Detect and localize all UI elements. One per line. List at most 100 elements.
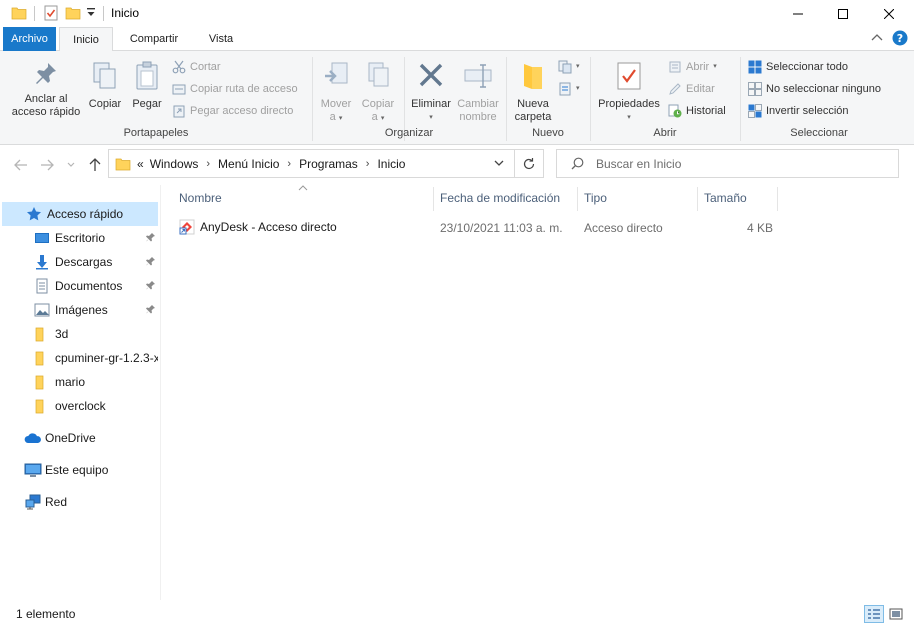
column-separator[interactable]	[697, 187, 698, 211]
collapse-ribbon-chevron-icon[interactable]	[871, 33, 883, 43]
ribbon: Anclar al acceso rápido Copiar Pegar Cor…	[0, 51, 914, 145]
details-view-button[interactable]	[864, 605, 884, 623]
nav-item-overclock[interactable]: overclock	[2, 394, 158, 418]
breadcrumb-programas[interactable]: Programas	[299, 157, 358, 171]
select-all-icon	[748, 60, 762, 74]
pin-icon[interactable]	[146, 280, 156, 290]
properties-button[interactable]: Propiedades ▾	[594, 61, 664, 124]
move-to-button[interactable]: Mover a ▾	[316, 61, 356, 125]
refresh-button[interactable]	[514, 149, 544, 178]
close-button[interactable]	[866, 0, 912, 27]
tab-vista[interactable]: Vista	[194, 27, 248, 51]
breadcrumb-chevron-icon[interactable]: ›	[206, 158, 210, 170]
folder-icon	[34, 350, 50, 366]
table-row[interactable]: AnyDesk - Acceso directo 23/10/2021 11:0…	[171, 215, 776, 239]
edit-button[interactable]: Editar	[668, 80, 715, 98]
open-button[interactable]: Abrir ▾	[668, 58, 717, 76]
large-icons-view-button[interactable]	[886, 605, 906, 623]
new-item-icon	[558, 60, 572, 74]
forward-button[interactable]	[38, 157, 56, 173]
nav-item-escritorio[interactable]: Escritorio	[2, 226, 158, 250]
select-none-label: No seleccionar ninguno	[766, 83, 881, 95]
group-label-nuevo: Nuevo	[532, 127, 564, 139]
new-folder-icon[interactable]	[65, 5, 81, 21]
help-icon[interactable]: ?	[892, 30, 908, 46]
breadcrumb-overflow[interactable]: «	[137, 157, 144, 171]
nav-item-cpuminer[interactable]: cpuminer-gr-1.2.3-x	[2, 346, 158, 370]
open-label: Abrir	[686, 61, 710, 73]
nav-item-imagenes[interactable]: Imágenes	[2, 298, 158, 322]
maximize-button[interactable]	[820, 0, 866, 27]
new-folder-button[interactable]: Nueva carpeta	[510, 61, 556, 124]
pin-icon[interactable]	[146, 232, 156, 242]
column-header-modified[interactable]: Fecha de modificación	[440, 191, 560, 205]
rename-button[interactable]: Cambiar nombre	[455, 61, 501, 124]
delete-button[interactable]: Eliminar ▾	[408, 61, 454, 124]
column-separator[interactable]	[577, 187, 578, 211]
rename-label-2: nombre	[459, 111, 497, 123]
file-name[interactable]: AnyDesk - Acceso directo	[200, 220, 337, 234]
nav-onedrive[interactable]: OneDrive	[2, 426, 158, 450]
folder-icon	[34, 326, 50, 342]
nav-item-documentos[interactable]: Documentos	[2, 274, 158, 298]
history-button[interactable]: Historial	[668, 102, 726, 120]
group-label-seleccionar: Seleccionar	[790, 127, 848, 139]
tab-inicio[interactable]: Inicio	[59, 27, 113, 52]
column-header-size[interactable]: Tamaño	[704, 191, 747, 205]
folder-icon	[34, 398, 50, 414]
up-button[interactable]	[86, 157, 104, 173]
properties-dropdown-icon[interactable]: ▾	[594, 111, 664, 124]
sort-ascending-icon	[298, 185, 308, 191]
column-header-name[interactable]: Nombre	[179, 191, 222, 205]
nav-item-label: mario	[55, 375, 86, 389]
minimize-button[interactable]	[775, 0, 821, 27]
invert-selection-button[interactable]: Invertir selección	[748, 102, 849, 120]
pin-icon[interactable]	[146, 304, 156, 314]
title-separator	[103, 6, 104, 21]
nav-network[interactable]: Red	[2, 490, 158, 514]
breadcrumb-chevron-icon[interactable]: ›	[366, 158, 370, 170]
column-separator[interactable]	[433, 187, 434, 211]
pictures-icon	[34, 302, 50, 318]
nav-item-3d[interactable]: 3d	[2, 322, 158, 346]
nav-quick-access[interactable]: Acceso rápido	[2, 202, 158, 226]
search-input[interactable]: Buscar en Inicio	[596, 157, 681, 171]
breadcrumb-windows[interactable]: Windows	[150, 157, 199, 171]
cut-button[interactable]: Cortar	[172, 58, 221, 76]
properties-check-icon[interactable]	[43, 5, 59, 21]
recent-locations-dropdown-icon[interactable]	[62, 157, 80, 173]
address-bar[interactable]: « Windows › Menú Inicio › Programas › In…	[108, 149, 515, 178]
paste-button[interactable]: Pegar	[128, 61, 166, 111]
delete-dropdown-icon[interactable]: ▾	[408, 111, 454, 124]
new-item-button[interactable]: ▾	[558, 58, 580, 76]
nav-item-mario[interactable]: mario	[2, 370, 158, 394]
breadcrumb-chevron-icon[interactable]: ›	[287, 158, 291, 170]
select-all-button[interactable]: Seleccionar todo	[748, 58, 848, 76]
nav-item-label: Descargas	[55, 255, 113, 269]
copy-path-button[interactable]: Copiar ruta de acceso	[172, 80, 298, 98]
pin-icon[interactable]	[146, 256, 156, 266]
nav-item-descargas[interactable]: Descargas	[2, 250, 158, 274]
new-folder-label-2: carpeta	[514, 111, 552, 123]
column-separator[interactable]	[777, 187, 778, 211]
paste-shortcut-icon	[172, 104, 186, 118]
easy-access-button[interactable]: ▾	[558, 80, 580, 98]
tab-archivo[interactable]: Archivo	[3, 27, 56, 51]
tab-compartir[interactable]: Compartir	[116, 27, 192, 51]
breadcrumb-inicio[interactable]: Inicio	[377, 157, 405, 171]
nav-this-pc[interactable]: Este equipo	[2, 458, 158, 482]
column-header-type[interactable]: Tipo	[584, 191, 607, 205]
folder-icon	[34, 374, 50, 390]
copy-button[interactable]: Copiar	[86, 61, 124, 111]
pin-quick-access-button[interactable]: Anclar al acceso rápido	[8, 61, 84, 119]
paste-shortcut-button[interactable]: Pegar acceso directo	[172, 102, 293, 120]
breadcrumb-menu-inicio[interactable]: Menú Inicio	[218, 157, 279, 171]
select-none-button[interactable]: No seleccionar ninguno	[748, 80, 881, 98]
copy-to-button[interactable]: Copiar a ▾	[358, 61, 398, 125]
address-history-dropdown-icon[interactable]	[494, 160, 504, 167]
rename-icon	[463, 61, 493, 91]
select-none-icon	[748, 82, 762, 96]
search-box[interactable]: Buscar en Inicio	[556, 149, 899, 178]
customize-toolbar-dropdown-icon[interactable]	[86, 7, 96, 19]
back-button[interactable]	[12, 157, 30, 173]
